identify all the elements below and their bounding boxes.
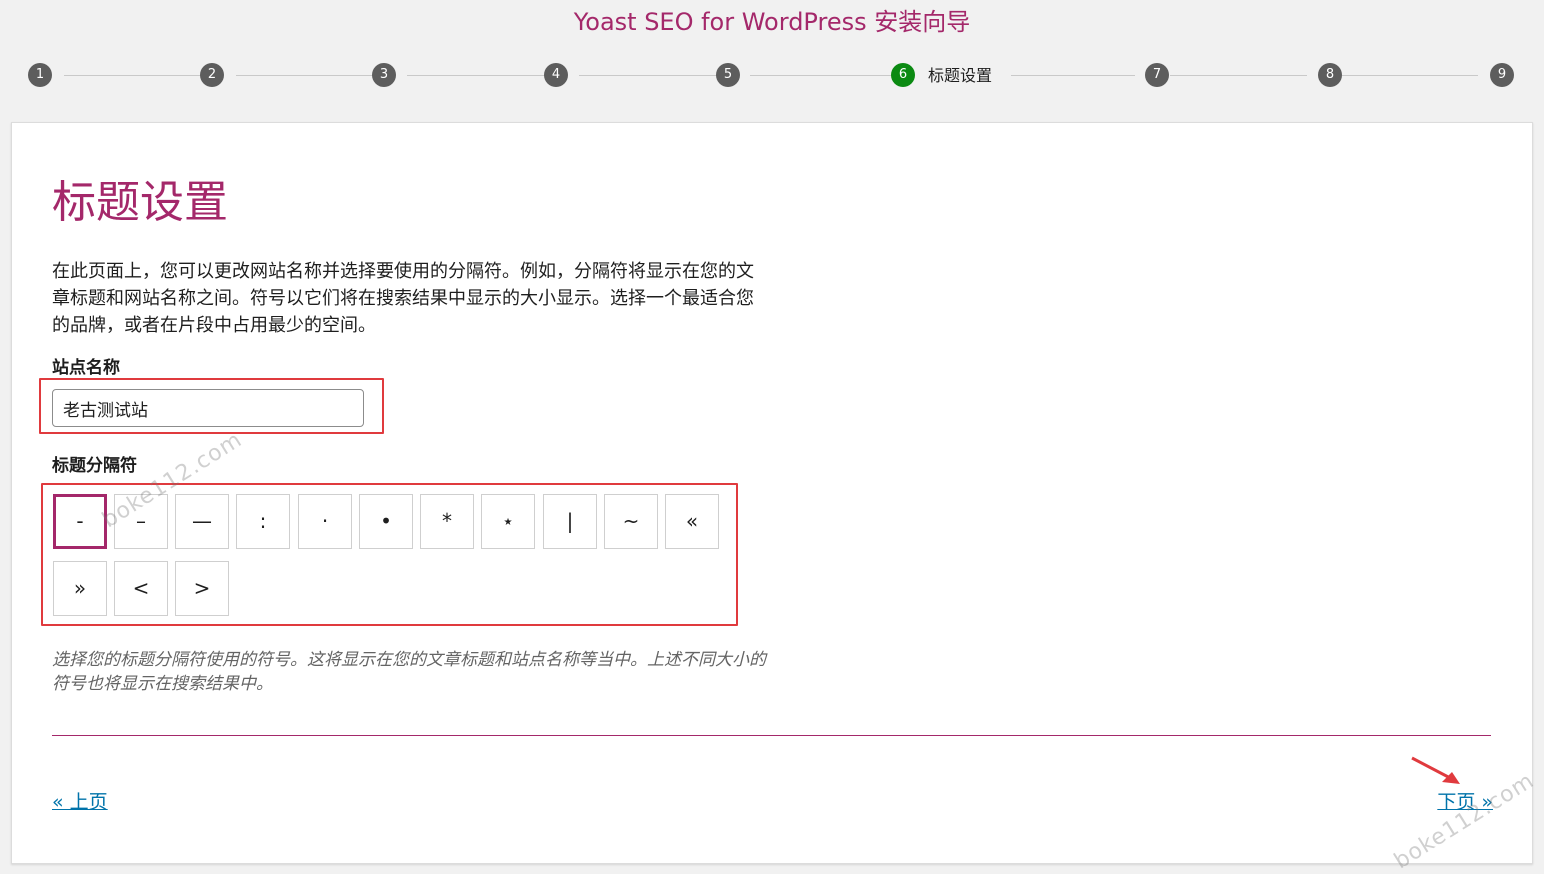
step-connector bbox=[1170, 75, 1307, 76]
step-3[interactable]: 3 bbox=[372, 63, 396, 87]
previous-page-link[interactable]: « 上页 bbox=[52, 789, 108, 815]
step-connector bbox=[407, 75, 559, 76]
intro-text: 在此页面上，您可以更改网站名称并选择要使用的分隔符。例如，分隔符将显示在您的文章… bbox=[52, 261, 754, 336]
step-connector bbox=[750, 75, 902, 76]
separator-label: 标题分隔符 bbox=[52, 456, 137, 476]
step-1[interactable]: 1 bbox=[28, 63, 52, 87]
step-2[interactable]: 2 bbox=[200, 63, 224, 87]
separator-help-text: 选择您的标题分隔符使用的符号。这将显示在您的文章标题和站点名称等当中。上述不同大… bbox=[52, 650, 766, 694]
step-4[interactable]: 4 bbox=[544, 63, 568, 87]
step-connector bbox=[64, 75, 216, 76]
annotation-arrow-icon bbox=[1411, 756, 1460, 784]
step-7[interactable]: 7 bbox=[1145, 63, 1169, 87]
step-connector bbox=[236, 75, 388, 76]
divider bbox=[52, 735, 1491, 736]
step-connector bbox=[579, 75, 731, 76]
site-name-label: 站点名称 bbox=[52, 358, 120, 378]
step-connector bbox=[1342, 75, 1478, 76]
step-connector bbox=[1011, 75, 1135, 76]
page-title: 标题设置 bbox=[52, 177, 228, 228]
wizard-stepper: 1 2 3 4 5 6 标题设置 7 8 9 bbox=[28, 63, 1516, 89]
step-5[interactable]: 5 bbox=[716, 63, 740, 87]
step-6[interactable]: 6 bbox=[891, 63, 915, 87]
annotation-box-site-name bbox=[39, 378, 384, 434]
wizard-title: Yoast SEO for WordPress 安装向导 bbox=[573, 8, 971, 36]
wizard-card: 标题设置 在此页面上，您可以更改网站名称并选择要使用的分隔符。例如，分隔符将显示… bbox=[11, 122, 1533, 864]
step-9[interactable]: 9 bbox=[1490, 63, 1514, 87]
step-8[interactable]: 8 bbox=[1318, 63, 1342, 87]
step-6-label: 标题设置 bbox=[928, 66, 993, 85]
